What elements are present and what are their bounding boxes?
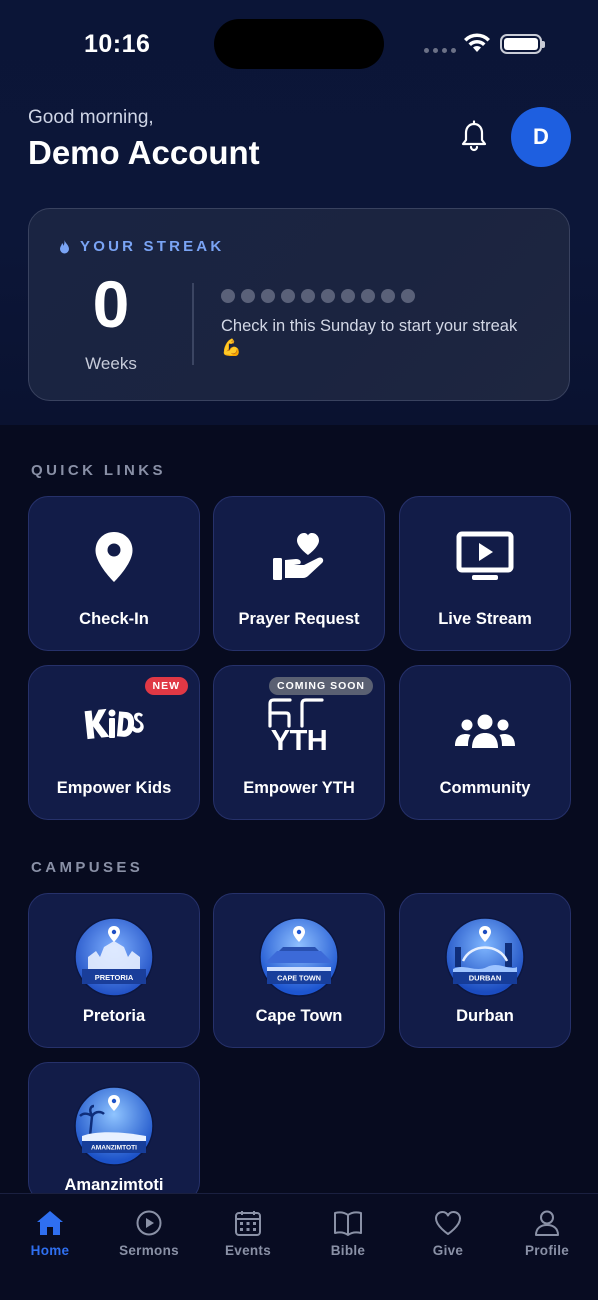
nav-sermons[interactable]: Sermons: [109, 1210, 189, 1258]
nav-give[interactable]: Give: [408, 1210, 488, 1258]
quick-link-community[interactable]: Community: [399, 665, 571, 820]
streak-header: YOUR STREAK: [59, 238, 224, 255]
streak-progress-dots: [221, 289, 415, 303]
calendar-icon: [235, 1211, 261, 1236]
amanzimtoti-emblem-icon: AMANZIMTOTI: [74, 1086, 154, 1166]
quick-link-prayer-request[interactable]: Prayer Request: [213, 496, 385, 651]
durban-emblem-icon: DURBAN: [445, 917, 525, 997]
yth-logo-text: YTH: [270, 725, 328, 757]
campus-emblem-text: AMANZIMTOTI: [91, 1145, 137, 1152]
streak-dot: [281, 289, 295, 303]
nav-home[interactable]: Home: [10, 1210, 90, 1258]
quick-link-label: Empower Kids: [56, 779, 172, 797]
quick-link-empower-kids[interactable]: NEW Empower Kids: [28, 665, 200, 820]
nav-events[interactable]: Events: [208, 1210, 288, 1258]
nav-label: Events: [224, 1243, 272, 1258]
campus-amanzimtoti[interactable]: AMANZIMTOTI Amanzimtoti: [28, 1062, 200, 1202]
avatar[interactable]: D: [511, 107, 571, 167]
streak-dot: [381, 289, 395, 303]
campus-cape-town[interactable]: CAPE TOWN Cape Town: [213, 893, 385, 1048]
streak-dot: [221, 289, 235, 303]
app-screen: 10:16 Good morning, Demo Account D YOUR …: [0, 0, 598, 1300]
streak-unit: Weeks: [85, 354, 137, 373]
quick-links-title: QUICK LINKS: [31, 462, 166, 479]
campus-emblem-text: PRETORIA: [95, 973, 134, 982]
quick-link-label: Prayer Request: [238, 610, 360, 628]
home-icon: [37, 1211, 63, 1235]
heart-icon: [435, 1211, 461, 1235]
nav-label: Sermons: [119, 1243, 179, 1258]
streak-dot: [301, 289, 315, 303]
battery-icon: [500, 34, 545, 54]
location-pin-icon: [95, 532, 133, 582]
bottom-nav: Home Sermons Events Bible Give Profile: [0, 1193, 598, 1300]
dynamic-island: [214, 19, 384, 69]
quick-link-check-in[interactable]: Check-In: [28, 496, 200, 651]
yth-logo-icon: YTH: [266, 696, 332, 760]
hand-heart-icon: [273, 533, 324, 580]
people-group-icon: [455, 714, 515, 748]
streak-dot: [321, 289, 335, 303]
campus-pretoria[interactable]: PRETORIA Pretoria: [28, 893, 200, 1048]
quick-link-label: Check-In: [79, 610, 149, 628]
streak-count: 0: [92, 267, 130, 341]
streak-title: YOUR STREAK: [80, 238, 225, 255]
streak-message: Check in this Sunday to start your strea…: [221, 317, 518, 357]
wifi-icon: [464, 33, 490, 52]
streak-divider: [192, 283, 194, 365]
pretoria-emblem-icon: PRETORIA: [74, 917, 154, 997]
campus-label: Cape Town: [255, 1007, 343, 1025]
quick-link-label: Community: [439, 779, 531, 797]
nav-label: Profile: [524, 1243, 570, 1258]
play-circle-icon: [136, 1210, 162, 1236]
streak-dot: [401, 289, 415, 303]
signal-icon: [424, 48, 456, 53]
nav-bible[interactable]: Bible: [308, 1210, 388, 1258]
streak-card: YOUR STREAK 0 Weeks Check in this Sunday…: [28, 208, 570, 401]
tv-play-icon: [456, 531, 514, 580]
kids-logo-icon: [84, 708, 144, 740]
campus-durban[interactable]: DURBAN Durban: [399, 893, 571, 1048]
quick-link-label: Empower YTH: [243, 779, 355, 797]
greeting-text: Good morning,: [28, 107, 154, 128]
user-name: Demo Account: [28, 134, 260, 171]
campus-emblem-text: DURBAN: [469, 974, 502, 983]
streak-dot: [241, 289, 255, 303]
cape-town-emblem-icon: CAPE TOWN: [259, 917, 339, 997]
campuses-title: CAMPUSES: [31, 859, 144, 876]
streak-dot: [361, 289, 375, 303]
coming-soon-badge: COMING SOON: [268, 677, 373, 695]
nav-profile[interactable]: Profile: [507, 1210, 587, 1258]
nav-label: Give: [432, 1243, 464, 1258]
person-icon: [535, 1210, 559, 1236]
campus-emblem-text: CAPE TOWN: [277, 974, 321, 983]
quick-link-live-stream[interactable]: Live Stream: [399, 496, 571, 651]
streak-dot: [341, 289, 355, 303]
new-badge: NEW: [144, 677, 188, 695]
avatar-initial: D: [533, 124, 549, 149]
flame-icon: [60, 239, 69, 253]
campus-label: Durban: [456, 1007, 514, 1025]
quick-link-empower-yth[interactable]: COMING SOON YTH Empower YTH: [213, 665, 385, 820]
status-bar: 10:16: [0, 0, 598, 90]
streak-dot: [261, 289, 275, 303]
open-book-icon: [334, 1211, 362, 1236]
nav-label: Home: [30, 1243, 70, 1258]
nav-label: Bible: [330, 1243, 366, 1258]
status-time: 10:16: [84, 30, 151, 58]
bell-icon[interactable]: [458, 120, 490, 154]
campus-label: Pretoria: [82, 1007, 146, 1025]
quick-link-label: Live Stream: [438, 610, 532, 628]
